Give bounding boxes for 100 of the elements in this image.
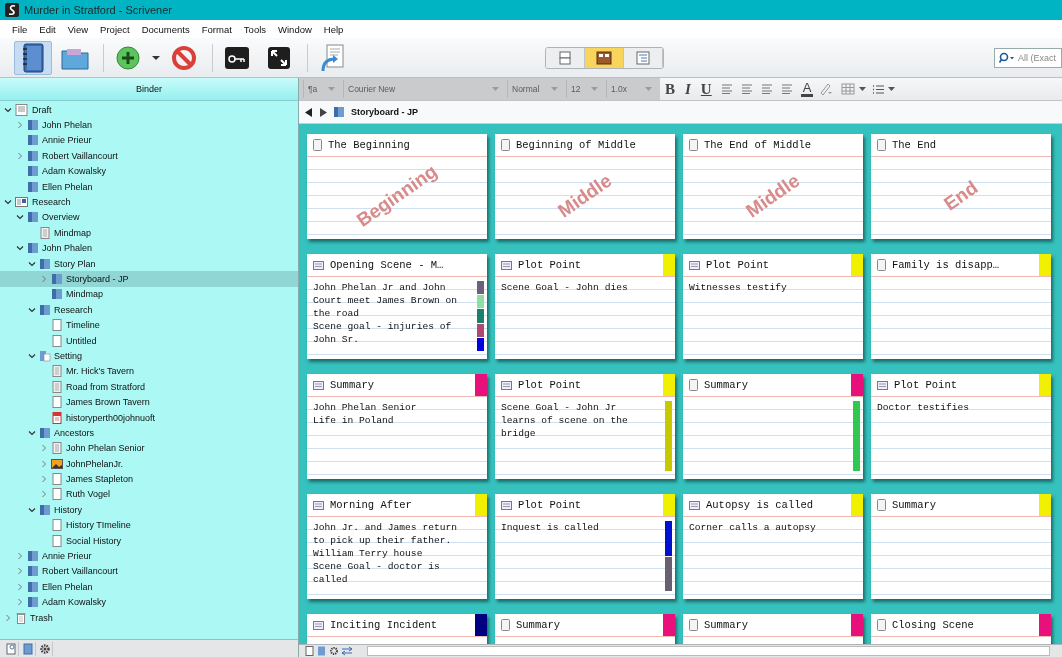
menu-item[interactable]: File [6,23,34,35]
binder-item[interactable]: Robert Vaillancourt [0,563,298,580]
binder-item[interactable]: Storyboard - JP [0,271,298,287]
binder-item[interactable]: Mr. Hick's Tavern [0,363,298,380]
index-card[interactable]: Inciting Incident [307,614,487,644]
index-card[interactable]: The End End [871,134,1051,239]
binder-item[interactable]: Mindmap [0,286,298,303]
settings-button[interactable] [38,641,53,656]
binder-item[interactable]: Ruth Vogel [0,486,298,503]
binder-item[interactable]: Story Plan [0,255,298,272]
collapse-chevron-icon[interactable] [16,213,24,222]
index-card[interactable]: Summary [683,374,863,479]
index-card-icon [689,500,700,510]
align-right-icon [780,84,793,94]
index-card[interactable]: Summary [683,614,863,644]
card-synopsis: Witnesses testify [689,281,788,294]
style-dropdown[interactable]: Normal [507,80,562,98]
binder-item[interactable]: Road from Stratford [0,379,298,395]
list-icon [872,83,885,95]
collapse-chevron-icon[interactable] [28,428,36,437]
binder-item[interactable]: History [0,502,298,518]
text-color-button[interactable]: A [800,81,814,97]
binder-item[interactable]: James Stapleton [0,471,298,487]
view-mode-button[interactable] [585,47,624,68]
align-left-icon [720,84,733,94]
add-document-button[interactable] [4,641,19,656]
page-icon [501,619,510,631]
index-card[interactable]: Closing Scene [871,614,1051,644]
search-field[interactable]: All (Exact [994,47,1062,68]
binder-item[interactable]: Untitled [0,332,298,349]
collapse-chevron-icon[interactable] [4,198,12,207]
binder-item[interactable]: Draft [0,102,298,118]
page-icon [51,334,63,347]
index-card[interactable]: Morning After John Jr. and James return to pick up their father. William Terry house Scene Goal - doctor is called [307,494,487,599]
collapse-chevron-icon[interactable] [28,351,36,360]
index-card[interactable]: Opening Scene - M… John Phelan Jr and John Court meet James Brown on the road Scene goal - injuries of John Sr. [307,254,487,359]
card-title: Summary [892,499,937,511]
binder-item[interactable]: Ancestors [0,425,298,441]
binder-item[interactable]: Social History [0,532,298,549]
folder-icon [27,580,39,593]
index-card[interactable]: Plot Point Witnesses testify [683,254,863,359]
collapse-chevron-icon[interactable] [28,505,36,514]
binder-item[interactable]: James Brown Tavern [0,394,298,410]
line-spacing-dropdown[interactable]: 1.0x [606,80,656,98]
collapse-chevron-icon[interactable] [28,305,36,314]
binder-item[interactable]: Adam Kowalsky [0,163,298,179]
binder-item[interactable]: Trash [0,609,298,626]
binder-item[interactable]: Robert Vaillancourt [0,148,298,164]
binder-item[interactable]: Timeline [0,317,298,333]
menu-item[interactable]: Project [94,23,136,35]
binder-item[interactable]: John Phelan Senior [0,440,298,456]
underline-button[interactable]: U [695,80,717,98]
binder-item[interactable]: History TImeline [0,517,298,533]
page-icon [689,619,698,631]
binder-item[interactable]: historyperth00johnuoft [0,409,298,426]
bold-button[interactable]: B [660,80,680,98]
binder-item[interactable]: John Phelan [0,117,298,133]
binder-item[interactable]: Overview [0,209,298,226]
menu-item[interactable]: View [61,23,95,35]
binder-item[interactable]: Mindmap [0,225,298,241]
page-icon [689,379,698,391]
pdf-page-icon [51,411,63,424]
menu-item[interactable]: Help [317,23,350,35]
font-size-dropdown[interactable]: 12 [566,80,602,98]
binder-item[interactable]: Setting [0,348,298,364]
binder-item[interactable]: Annie Prieur [0,548,298,564]
index-card[interactable]: Plot Point Doctor testifies [871,374,1051,479]
italic-button[interactable]: I [680,80,696,98]
font-dropdown[interactable]: Courier New [343,80,503,98]
paragraph-style-dropdown[interactable]: ¶a [303,80,339,98]
binder-item[interactable]: John Phalen [0,240,298,256]
menu-item[interactable]: Format [195,23,238,35]
caret-icon [152,54,160,61]
binder-item[interactable]: JohnPhelanJr. [0,456,298,472]
menu-item[interactable]: Documents [135,23,196,35]
index-card[interactable]: Summary [871,494,1051,599]
index-card[interactable]: Autopsy is called Corner calls a autopsy [683,494,863,599]
binder-item[interactable]: Research [0,194,298,210]
index-card[interactable]: Family is disapp… [871,254,1051,359]
menu-item[interactable]: Window [272,23,318,35]
caret-icon [645,86,652,92]
corkboard-icon [596,50,612,65]
index-card[interactable]: Plot Point Inquest is called [495,494,675,599]
menu-item[interactable]: Tools [237,23,273,35]
binder-button[interactable] [14,40,52,75]
binder-item[interactable]: Annie Prieur [0,132,298,149]
index-card[interactable]: Plot Point Scene Goal - John dies [495,254,675,359]
footer-field[interactable] [367,646,1050,656]
binder-item[interactable]: Ellen Phelan [0,178,298,195]
index-card[interactable]: Summary John Phelan Senior Life in Poland [307,374,487,479]
menu-item[interactable]: Edit [33,23,62,35]
collapse-chevron-icon[interactable] [28,259,36,268]
collapse-chevron-icon[interactable] [16,244,24,253]
collapse-chevron-icon[interactable] [4,105,12,114]
stacked-pages-icon [558,50,572,65]
binder-item[interactable]: Research [0,302,298,318]
index-card[interactable]: Plot Point Scene Goal - John Jr learns of scene on the bridge [495,374,675,479]
binder-item[interactable]: Adam Kowalsky [0,594,298,610]
binder-item[interactable]: Ellen Phelan [0,579,298,595]
index-card[interactable]: Summary [495,614,675,644]
